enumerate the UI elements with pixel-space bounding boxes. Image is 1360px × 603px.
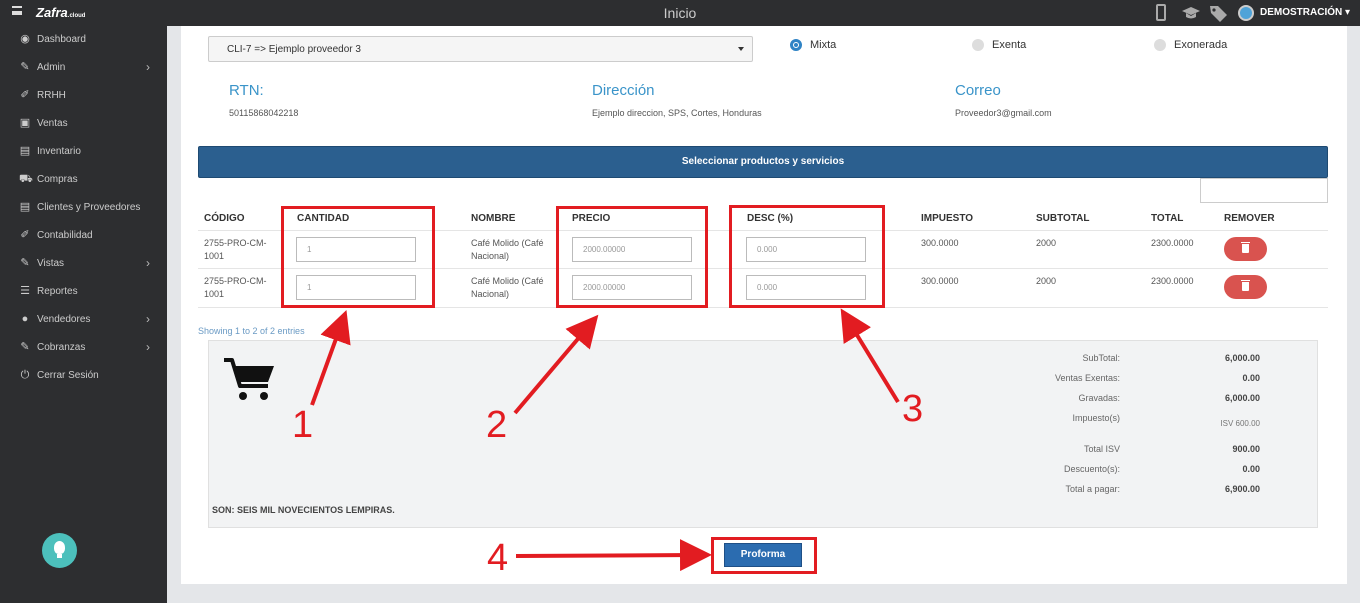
annotation-number-1: 1 (292, 404, 314, 446)
arrow-1 (310, 309, 351, 406)
arrow-4 (515, 539, 712, 572)
annotation-number-2: 2 (486, 404, 508, 446)
annotation-number-3: 3 (902, 388, 924, 430)
arrow-2 (513, 314, 599, 415)
annotation-arrows (310, 308, 900, 572)
arrow-3 (840, 308, 900, 404)
annotation-number-4: 4 (487, 537, 509, 579)
